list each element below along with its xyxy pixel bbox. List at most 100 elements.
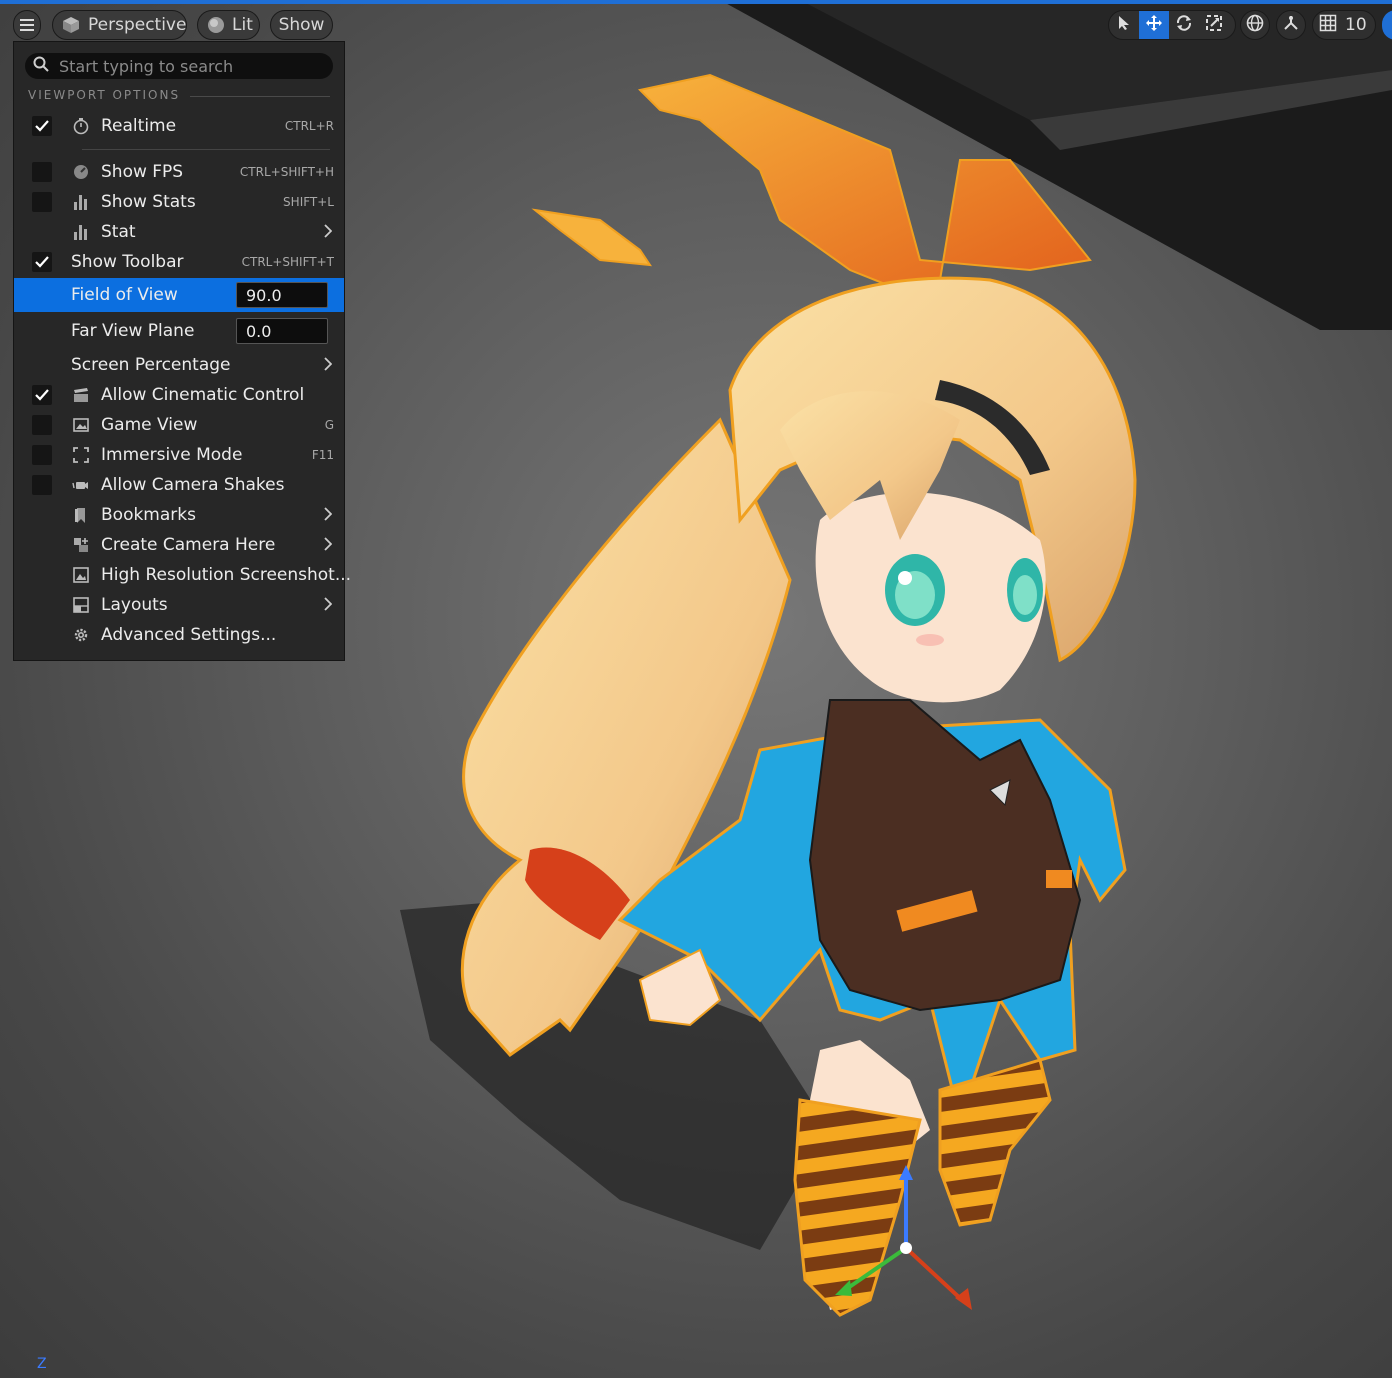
allow-camera-shakes-checkbox[interactable] — [32, 475, 52, 495]
menu-item-label: High Resolution Screenshot... — [101, 565, 352, 585]
search-icon — [33, 56, 49, 76]
menu-item-label: Stat — [101, 222, 136, 242]
chevron-right-icon — [324, 506, 333, 525]
game-view-checkbox[interactable] — [32, 415, 52, 435]
bookmark-icon — [71, 505, 91, 525]
field-of-view-input[interactable]: 90.0 — [236, 282, 328, 308]
cube-icon — [61, 15, 81, 35]
menu-item-label: Far View Plane — [71, 321, 195, 341]
menu-item-label: Realtime — [101, 116, 177, 136]
grid-snap-button[interactable]: 10 — [1312, 10, 1376, 40]
menu-item-label: Layouts — [101, 595, 168, 615]
menu-item-show-fps[interactable]: Show FPS CTRL+SHIFT+H — [14, 157, 344, 187]
menu-item-shortcut: CTRL+R — [284, 119, 334, 133]
menu-item-label: Allow Camera Shakes — [101, 475, 285, 495]
fps-gauge-icon — [71, 162, 91, 182]
show-button[interactable]: Show — [270, 10, 333, 40]
viewport-menu-button[interactable] — [13, 10, 41, 40]
menu-item-label: Immersive Mode — [101, 445, 243, 465]
select-arrow-icon — [1117, 15, 1131, 35]
menu-item-advanced-settings[interactable]: Advanced Settings... — [14, 620, 344, 650]
allow-cinematic-control-checkbox[interactable] — [32, 385, 52, 405]
screenshot-icon — [71, 565, 91, 585]
menu-item-immersive-mode[interactable]: Immersive Mode F11 — [14, 440, 344, 470]
layout-icon — [71, 595, 91, 615]
show-label: Show — [278, 15, 325, 35]
section-divider — [190, 96, 330, 97]
translate-tool-button[interactable] — [1139, 11, 1169, 39]
menu-item-realtime[interactable]: Realtime CTRL+R — [14, 111, 344, 141]
menu-item-create-camera-here[interactable]: Create Camera Here — [14, 530, 344, 560]
section-title: VIEWPORT OPTIONS — [28, 88, 181, 102]
menu-item-screen-percentage[interactable]: Screen Percentage — [14, 350, 344, 380]
perspective-label: Perspective — [88, 15, 187, 35]
menu-item-game-view[interactable]: Game View G — [14, 410, 344, 440]
grid-icon — [1319, 14, 1337, 36]
game-view-icon — [71, 415, 91, 435]
create-camera-icon — [71, 535, 91, 555]
chevron-right-icon — [324, 596, 333, 615]
rotate-tool-button[interactable] — [1169, 11, 1199, 39]
menu-item-far-view-plane[interactable]: Far View Plane 0.0 — [14, 316, 344, 346]
perspective-button[interactable]: Perspective — [52, 10, 187, 40]
grid-snap-value: 10 — [1345, 15, 1367, 35]
hamburger-icon — [20, 19, 34, 31]
surface-snap-button[interactable] — [1276, 10, 1306, 40]
menu-item-stat[interactable]: Stat — [14, 217, 344, 247]
lit-sphere-icon — [207, 16, 225, 34]
axis-z-label: Z — [37, 1356, 47, 1372]
realtime-checkbox[interactable] — [32, 116, 52, 136]
menu-item-shortcut: G — [324, 418, 334, 432]
menu-item-show-stats[interactable]: Show Stats SHIFT+L — [14, 187, 344, 217]
lit-label: Lit — [232, 15, 253, 35]
menu-item-label: Create Camera Here — [101, 535, 276, 555]
show-stats-checkbox[interactable] — [32, 192, 52, 212]
show-toolbar-checkbox[interactable] — [32, 252, 52, 272]
menu-item-label: Bookmarks — [101, 505, 196, 525]
translate-icon — [1145, 14, 1163, 36]
stopwatch-icon — [71, 116, 91, 136]
rotate-icon — [1175, 14, 1193, 36]
clapperboard-icon — [71, 385, 91, 405]
menu-item-field-of-view[interactable]: Field of View 90.0 — [14, 278, 344, 312]
search-input[interactable] — [57, 55, 321, 77]
menu-item-shortcut: SHIFT+L — [283, 195, 334, 209]
far-view-plane-input[interactable]: 0.0 — [236, 318, 328, 344]
transform-tools-group — [1108, 10, 1236, 40]
menu-item-high-resolution-screenshot[interactable]: High Resolution Screenshot... — [14, 560, 351, 590]
menu-item-allow-cinematic-control[interactable]: Allow Cinematic Control — [14, 380, 344, 410]
chevron-right-icon — [324, 356, 333, 375]
menu-item-label: Advanced Settings... — [101, 625, 277, 645]
menu-item-shortcut: CTRL+SHIFT+T — [241, 255, 334, 269]
menu-divider — [82, 149, 330, 150]
menu-item-shortcut: F11 — [311, 448, 334, 462]
menu-item-layouts[interactable]: Layouts — [14, 590, 344, 620]
menu-item-bookmarks[interactable]: Bookmarks — [14, 500, 344, 530]
menu-item-label: Show FPS — [101, 162, 184, 182]
world-globe-icon — [1246, 14, 1264, 36]
surface-snap-icon — [1282, 14, 1300, 36]
menu-item-label: Screen Percentage — [71, 355, 231, 375]
scale-tool-button[interactable] — [1199, 11, 1229, 39]
chevron-right-icon — [324, 536, 333, 555]
menu-item-allow-camera-shakes[interactable]: Allow Camera Shakes — [14, 470, 344, 500]
viewport-top-border — [0, 0, 1392, 4]
menu-item-label: Field of View — [71, 285, 178, 305]
world-local-button[interactable] — [1240, 10, 1270, 40]
viewport-options-menu: VIEWPORT OPTIONS Realtime CTRL+R Show FP… — [13, 41, 351, 661]
menu-item-show-toolbar[interactable]: Show Toolbar CTRL+SHIFT+T — [14, 247, 344, 277]
immersive-mode-checkbox[interactable] — [32, 445, 52, 465]
bar-chart-icon — [71, 222, 91, 242]
menu-item-shortcut: CTRL+SHIFT+H — [239, 165, 334, 179]
menu-item-label: Allow Cinematic Control — [101, 385, 305, 405]
show-fps-checkbox[interactable] — [32, 162, 52, 182]
fullscreen-corners-icon — [71, 445, 91, 465]
menu-search-box[interactable] — [25, 53, 333, 79]
bar-chart-icon — [71, 192, 91, 212]
camera-shake-icon — [71, 475, 91, 495]
menu-item-label: Game View — [101, 415, 198, 435]
gear-icon — [71, 625, 91, 645]
chevron-right-icon — [324, 223, 333, 242]
lit-button[interactable]: Lit — [197, 10, 260, 40]
select-tool-button[interactable] — [1109, 11, 1139, 39]
